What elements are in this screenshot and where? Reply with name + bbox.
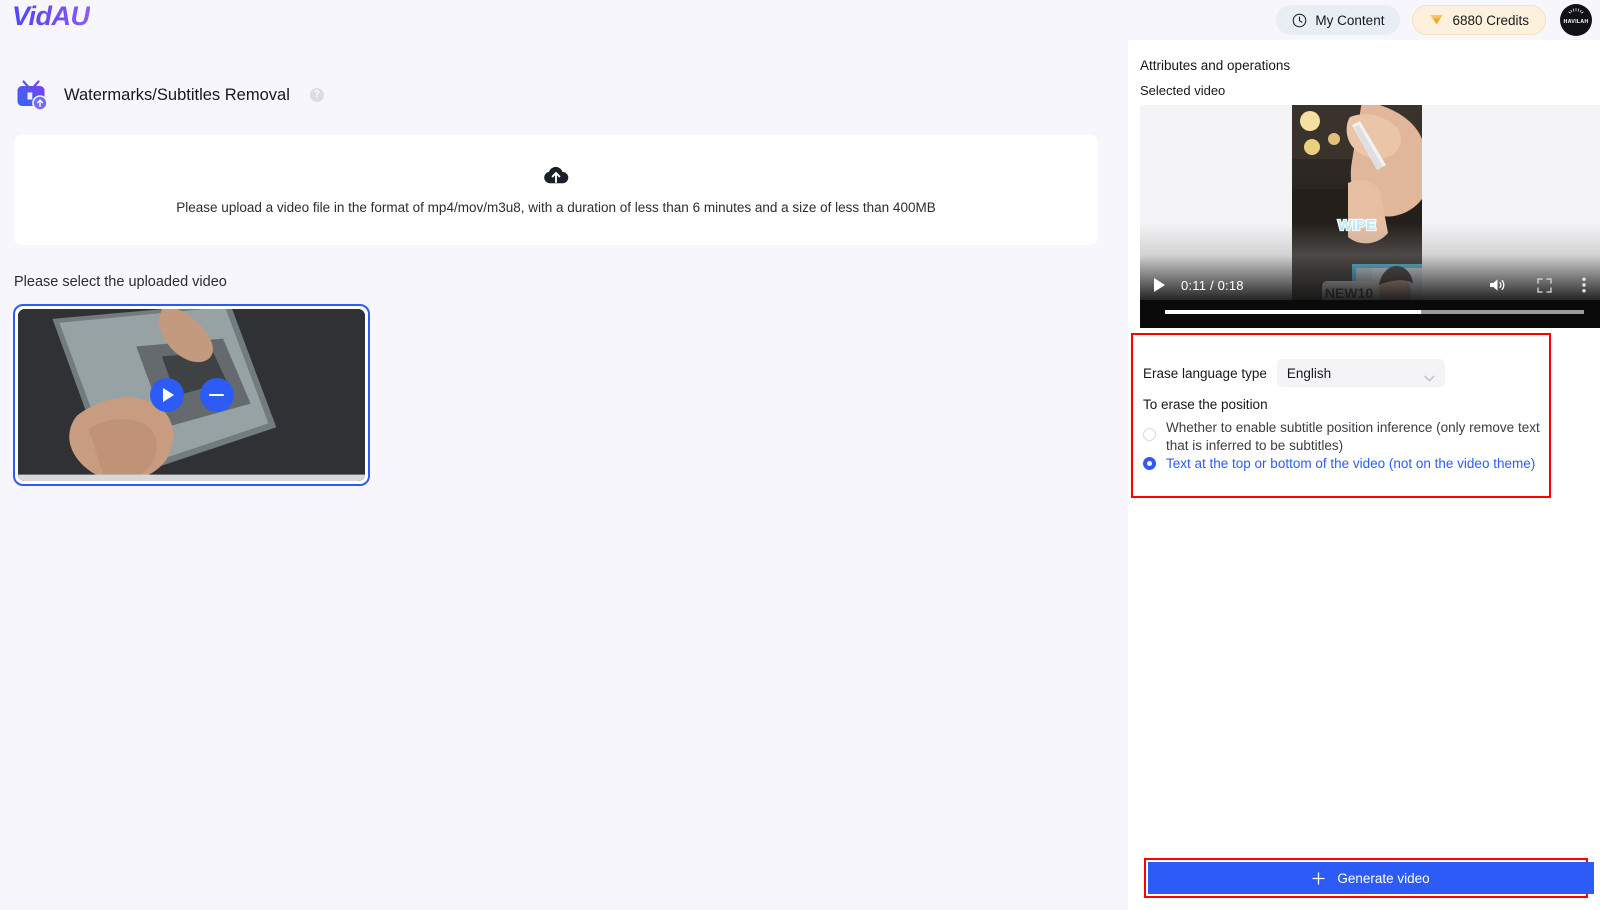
avatar[interactable]: HAVILAH [1560, 4, 1592, 36]
video-thumbnail[interactable] [18, 309, 365, 481]
thumbnail-actions [149, 378, 234, 412]
radio-icon-selected[interactable] [1143, 457, 1156, 470]
app-header: VidAU My Content 6880 Credits HAVILAH [0, 0, 1600, 40]
upload-dropzone[interactable]: Please upload a video file in the format… [14, 135, 1098, 245]
play-icon [162, 388, 174, 402]
radio-icon[interactable] [1143, 428, 1156, 441]
more-vertical-icon[interactable] [1582, 277, 1586, 293]
help-icon[interactable]: ? [309, 88, 324, 102]
erase-position-option-inference[interactable]: Whether to enable subtitle position infe… [1143, 419, 1543, 455]
panel-title: Attributes and operations [1140, 58, 1291, 73]
header-actions: My Content 6880 Credits HAVILAH [1276, 0, 1592, 40]
player-play-icon[interactable] [1154, 278, 1165, 292]
erase-language-select[interactable]: English [1276, 359, 1445, 387]
generate-video-button[interactable]: Generate video [1148, 862, 1594, 894]
progress-track[interactable] [1165, 310, 1584, 314]
erase-settings-group: Erase language type English To erase the… [1131, 333, 1551, 498]
erase-language-label: Erase language type [1143, 365, 1267, 381]
gem-icon [1429, 13, 1444, 27]
credits-button[interactable]: 6880 Credits [1412, 5, 1546, 35]
erase-position-option-topbottom[interactable]: Text at the top or bottom of the video (… [1143, 455, 1543, 473]
clock-icon [1292, 13, 1307, 28]
erase-language-value: English [1286, 365, 1332, 381]
fullscreen-icon[interactable] [1537, 277, 1552, 293]
player-time: 0:11 / 0:18 [1181, 277, 1244, 293]
player-right-controls [1489, 277, 1586, 293]
credits-label: 6880 Credits [1452, 12, 1529, 28]
erase-position-label: To erase the position [1143, 397, 1268, 412]
app-logo[interactable]: VidAU [12, 1, 90, 32]
plus-icon [1312, 871, 1325, 885]
main-content: Watermarks/Subtitles Removal ? Please up… [0, 40, 1128, 910]
upload-hint: Please upload a video file in the format… [176, 200, 936, 215]
library-label: Please select the uploaded video [14, 274, 227, 290]
cloud-upload-icon [543, 165, 569, 184]
player-controls: 0:11 / 0:18 [1140, 270, 1600, 300]
minus-icon [209, 393, 224, 397]
video-player[interactable]: WIPE NEW10 0:11 / 0:18 [1140, 105, 1600, 328]
generate-video-highlight: Generate video [1144, 858, 1594, 898]
chevron-down-icon [1424, 370, 1435, 381]
page-title: Watermarks/Subtitles Removal [64, 85, 290, 104]
video-library-item[interactable] [13, 304, 370, 486]
erase-position-option-label: Whether to enable subtitle position infe… [1166, 420, 1540, 453]
my-content-label: My Content [1315, 12, 1385, 28]
task-header: Watermarks/Subtitles Removal ? [14, 78, 324, 112]
tv-upload-icon [14, 78, 48, 112]
generate-video-label: Generate video [1337, 870, 1430, 886]
avatar-label: HAVILAH [1563, 19, 1589, 25]
remove-button[interactable] [199, 378, 234, 412]
sunburst-icon [1568, 8, 1584, 14]
erase-language-row: Erase language type English [1143, 359, 1445, 387]
my-content-button[interactable]: My Content [1276, 5, 1401, 35]
attributes-panel: Attributes and operations Selected video… [1128, 40, 1600, 910]
erase-position-option-label: Text at the top or bottom of the video (… [1166, 456, 1536, 471]
player-progress-bar[interactable] [1140, 300, 1600, 328]
progress-fill [1165, 310, 1421, 314]
selected-video-label: Selected video [1140, 83, 1226, 98]
play-button[interactable] [149, 378, 184, 412]
volume-icon[interactable] [1489, 277, 1507, 293]
